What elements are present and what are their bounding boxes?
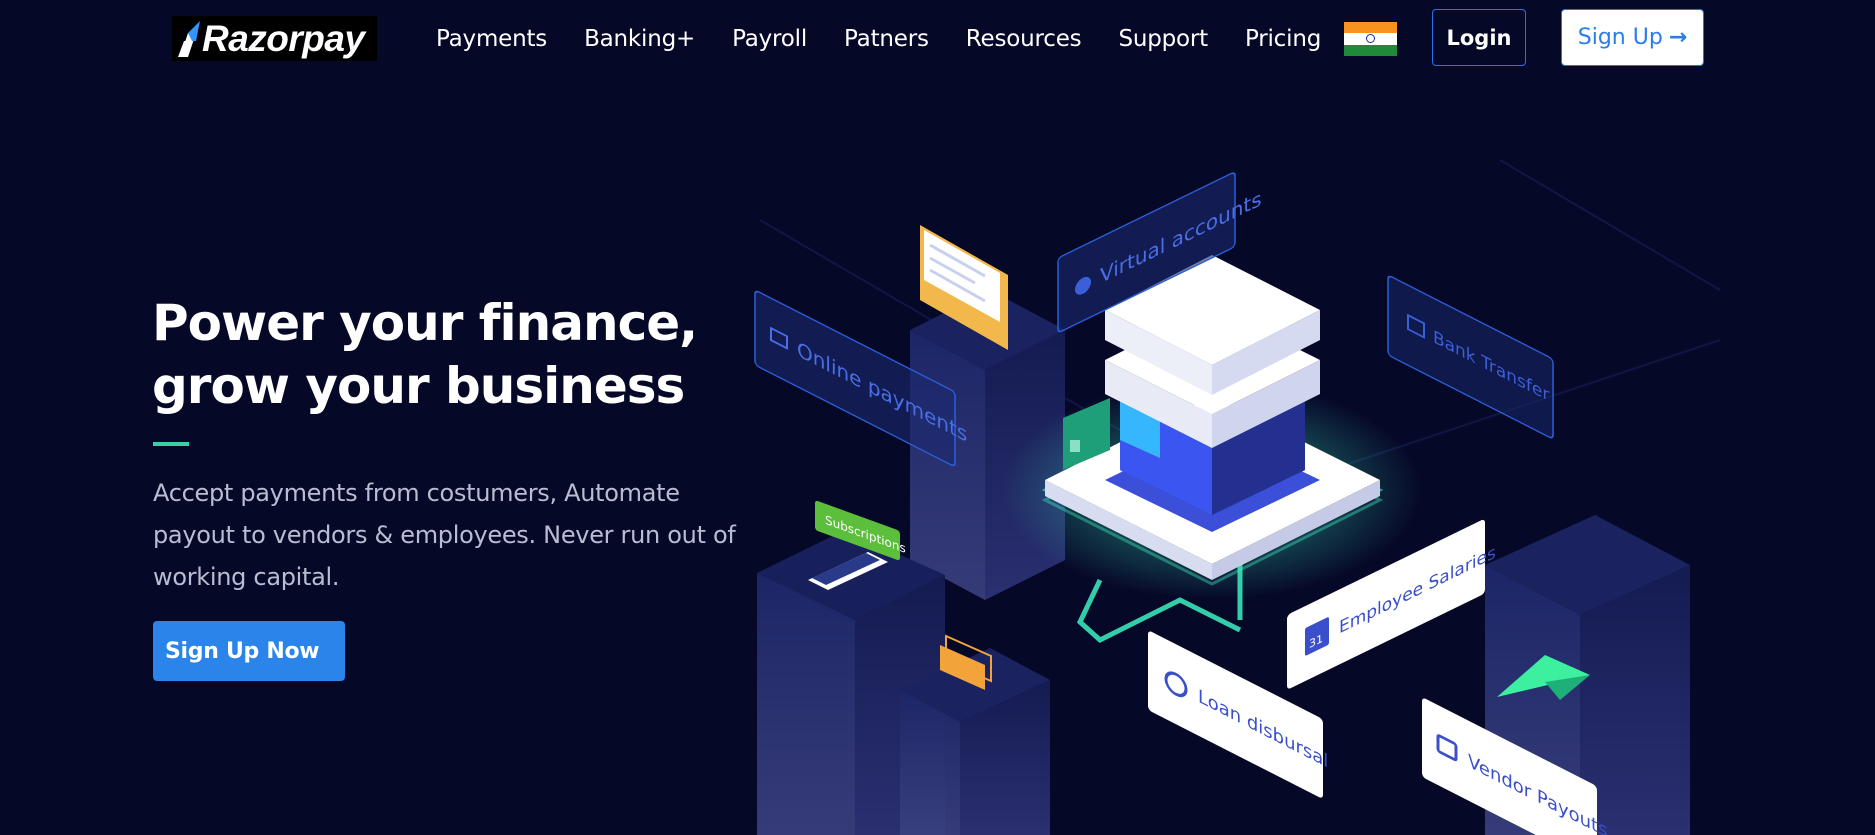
bank-transfer-panel: Bank Transfer <box>1387 275 1554 439</box>
razorpay-logo[interactable]: Razorpay <box>172 16 377 61</box>
flag-stripe-green <box>1344 44 1397 56</box>
signup-now-button-label: Sign Up Now <box>165 638 320 664</box>
nav-link-partners[interactable]: Patners <box>844 26 929 52</box>
hero-accent-bar <box>153 442 189 446</box>
hero-description: Accept payments from costumers, Automate… <box>153 479 736 591</box>
nav-links: Payments Banking+ Payroll Patners Resour… <box>436 20 1321 58</box>
hero-title: Power your finance, grow your business <box>152 292 772 418</box>
nav-link-pricing[interactable]: Pricing <box>1245 26 1321 52</box>
signup-button-label: Sign Up <box>1577 25 1663 50</box>
login-button-label: Login <box>1446 25 1512 50</box>
finance-platform-illustration: Virtual accounts Online payments Bank Tr… <box>754 159 1721 835</box>
ashoka-chakra-icon <box>1366 34 1375 44</box>
nav-link-resources[interactable]: Resources <box>966 26 1082 52</box>
hero-title-line2: grow your business <box>152 357 685 415</box>
razorpay-logo-icon <box>178 20 200 57</box>
arrow-right-icon: → <box>1668 25 1688 50</box>
signup-button[interactable]: Sign Up → <box>1561 9 1704 66</box>
nav-link-payroll[interactable]: Payroll <box>732 26 807 52</box>
signup-now-button[interactable]: Sign Up Now <box>153 621 345 681</box>
flag-stripe-saffron <box>1344 22 1397 34</box>
login-button[interactable]: Login <box>1432 9 1526 66</box>
nav-link-support[interactable]: Support <box>1118 26 1208 52</box>
top-navbar: Razorpay Payments Banking+ Payroll Patne… <box>0 0 1875 78</box>
flag-stripe-white <box>1344 33 1397 45</box>
nav-link-payments[interactable]: Payments <box>436 26 547 52</box>
logo-text: Razorpay <box>202 18 365 59</box>
india-flag-icon[interactable] <box>1344 22 1397 56</box>
nav-link-banking-plus[interactable]: Banking+ <box>584 26 695 52</box>
hero-title-line1: Power your finance, <box>152 294 698 352</box>
